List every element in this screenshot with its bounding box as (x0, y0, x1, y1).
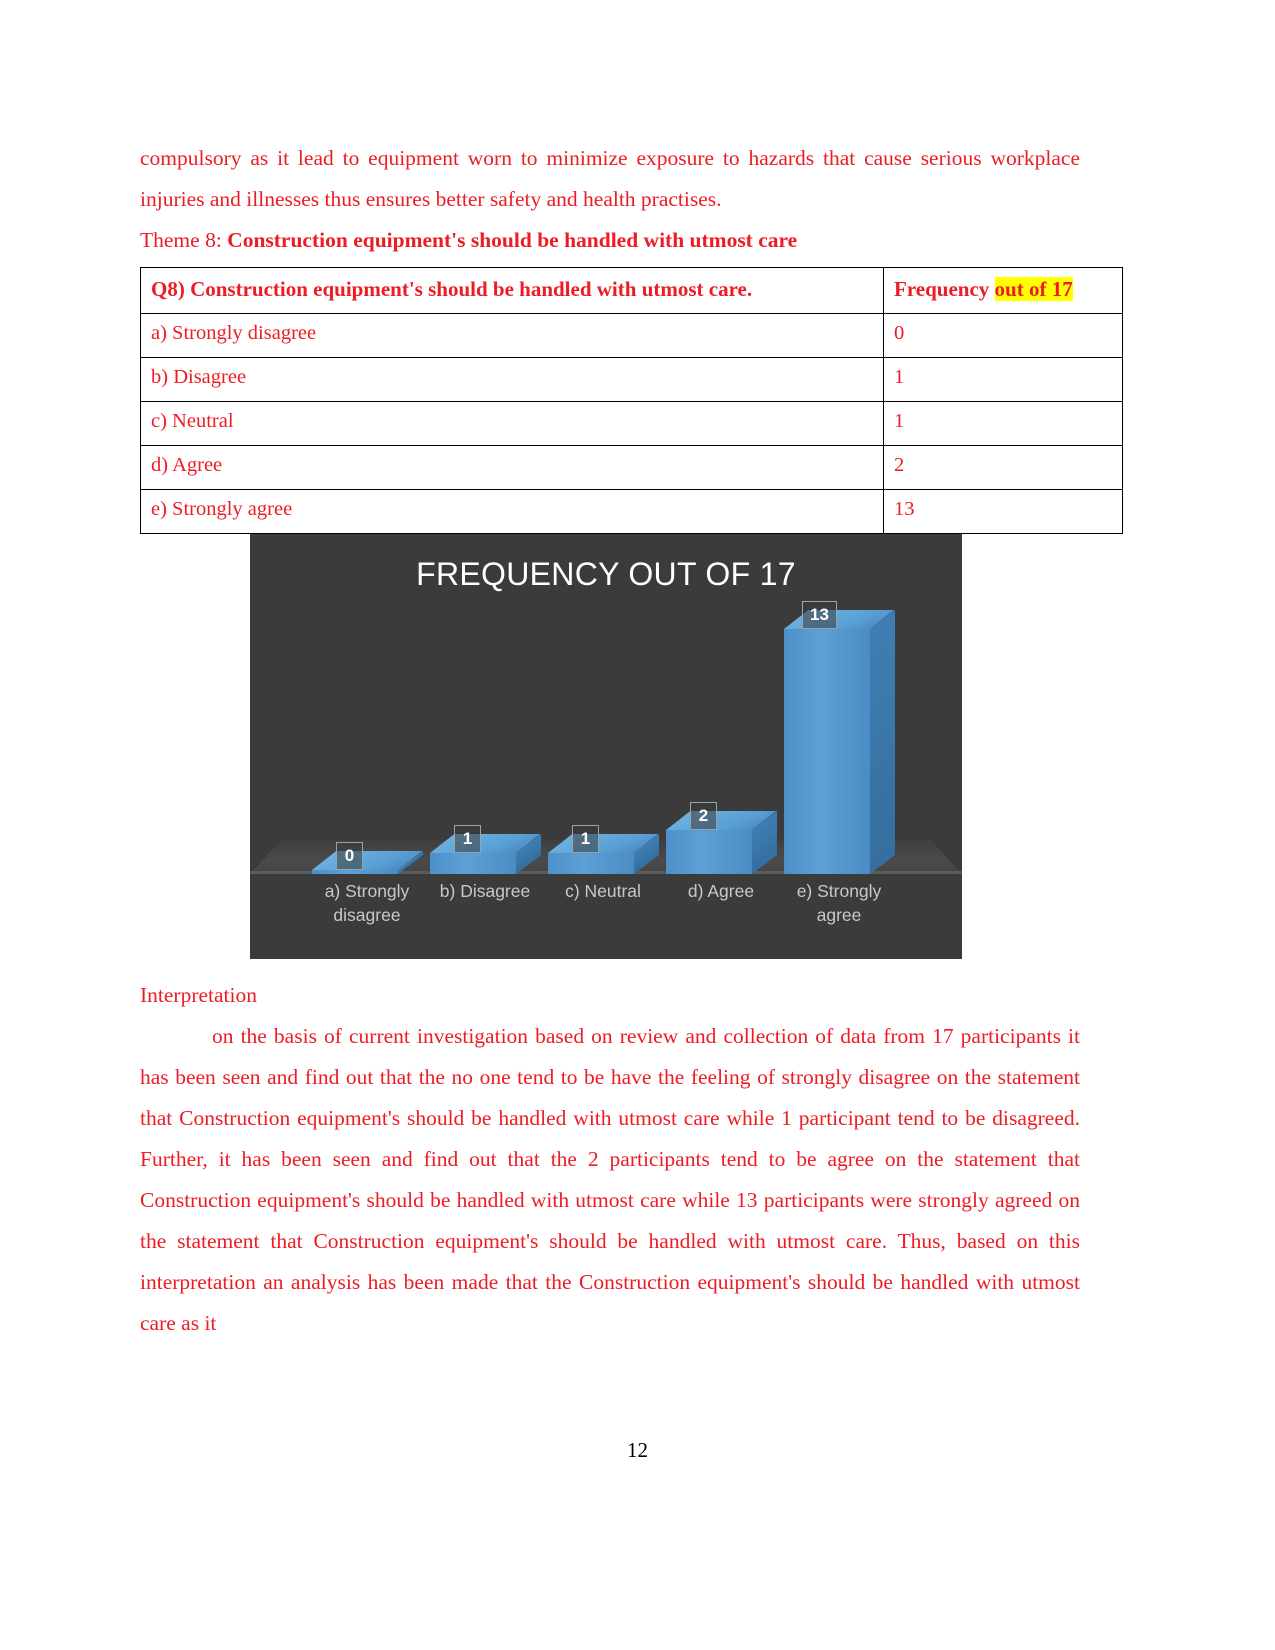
table-header-question: Q8) Construction equipment's should be h… (140, 267, 884, 314)
table-header-frequency: Frequency out of 17 (883, 267, 1123, 314)
intro-paragraph: compulsory as it lead to equipment worn … (140, 146, 1080, 211)
option-frequency-1: 1 (883, 357, 1123, 402)
document-page: compulsory as it lead to equipment worn … (0, 0, 1275, 1650)
frequency-bar-chart: FREQUENCY OUT OF 17 0 1 1 2 13 a) Strong… (250, 534, 962, 959)
chart-category-2: c) Neutral (538, 879, 668, 903)
chart-category-0-line1: a) Strongly (324, 881, 410, 901)
option-frequency-3: 2 (883, 445, 1123, 490)
chart-bar-2: 1 (548, 825, 659, 874)
chart-bars: 0 1 1 2 13 (250, 554, 962, 874)
table-row: b) Disagree 1 (140, 357, 1123, 402)
bar-value-label-1: 1 (454, 825, 481, 853)
chart-category-4: e) Strongly agree (774, 879, 904, 927)
chart-category-3: d) Agree (656, 879, 786, 903)
bar-face-4 (784, 629, 870, 874)
chart-bar-0: 0 (312, 842, 423, 874)
bar-value-label-3: 2 (690, 802, 717, 830)
bar-face-2 (548, 853, 634, 874)
chart-bar-3: 2 (666, 802, 777, 874)
bar-side-4 (870, 610, 895, 874)
table-header-row: Q8) Construction equipment's should be h… (140, 267, 1123, 314)
chart-bar-4: 13 (784, 601, 895, 874)
table-row: d) Agree 2 (140, 445, 1123, 490)
chart-category-4-line1: e) Strongly (796, 881, 882, 901)
option-frequency-0: 0 (883, 313, 1123, 358)
theme-prefix: Theme 8: (140, 228, 228, 252)
page-number: 12 (627, 1438, 648, 1462)
bar-value-label-0: 0 (336, 842, 363, 870)
frequency-table: Q8) Construction equipment's should be h… (140, 267, 1123, 534)
option-frequency-2: 1 (883, 401, 1123, 446)
frequency-table-body: Q8) Construction equipment's should be h… (140, 267, 1123, 534)
chart-category-0: a) Strongly disagree (302, 879, 432, 927)
chart-bar-1: 1 (430, 825, 541, 874)
option-label-0: a) Strongly disagree (140, 313, 884, 358)
chart-category-3-line1: d) Agree (687, 881, 755, 901)
table-row: a) Strongly disagree 0 (140, 313, 1123, 358)
chart-category-1-line1: b) Disagree (439, 881, 531, 901)
option-label-1: b) Disagree (140, 357, 884, 402)
bar-face-3 (666, 830, 752, 874)
table-row: c) Neutral 1 (140, 401, 1123, 446)
bar-face-1 (430, 853, 516, 874)
chart-category-labels: a) Strongly disagree b) Disagree c) Neut… (250, 879, 962, 951)
option-label-2: c) Neutral (140, 401, 884, 446)
option-label-4: e) Strongly agree (140, 489, 884, 534)
frequency-label-highlight: out of 17 (994, 277, 1073, 301)
chart-category-2-line1: c) Neutral (565, 881, 641, 901)
table-row: e) Strongly agree 13 (140, 489, 1123, 534)
chart-bottom-spacer (140, 959, 1080, 975)
theme-title: Construction equipment's should be handl… (227, 228, 798, 252)
bar-value-label-2: 1 (572, 825, 599, 853)
chart-category-4-line2: agree (816, 905, 862, 925)
bar-face-0 (312, 870, 398, 874)
frequency-label-plain: Frequency (894, 277, 995, 301)
theme-heading: Theme 8: Construction equipment's should… (140, 220, 1080, 261)
chart-category-1: b) Disagree (420, 879, 550, 903)
option-label-3: d) Agree (140, 445, 884, 490)
page-content: compulsory as it lead to equipment worn … (140, 138, 1123, 1344)
bar-value-label-4: 13 (802, 601, 837, 629)
chart-category-0-line2: disagree (333, 905, 401, 925)
interpretation-heading: Interpretation (140, 983, 258, 1007)
option-frequency-4: 13 (883, 489, 1123, 534)
interpretation-body: on the basis of current investigation ba… (140, 1024, 1080, 1335)
